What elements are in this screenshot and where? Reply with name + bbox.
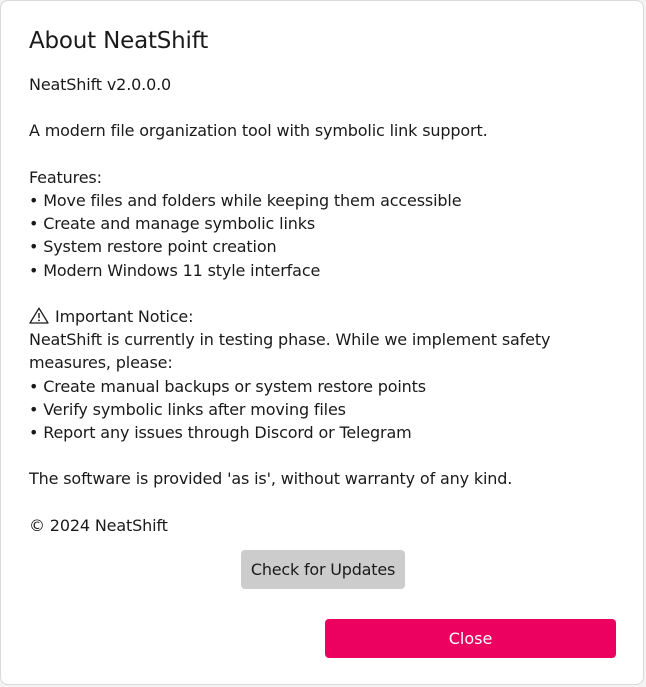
version-text: NeatShift v2.0.0.0 [29, 75, 172, 94]
close-button[interactable]: Close [325, 619, 616, 658]
notice-text: NeatShift is currently in testing phase.… [29, 330, 551, 373]
notice-item: • Report any issues through Discord or T… [29, 423, 412, 442]
dialog-title: About NeatShift [29, 28, 209, 54]
description-text: A modern file organization tool with sym… [29, 121, 488, 141]
feature-item: • Move files and folders while keeping t… [29, 190, 462, 210]
notice-heading-row: Important Notice: [29, 305, 629, 328]
notice-item: • Create manual backups or system restor… [29, 376, 426, 396]
feature-item: • System restore point creation [29, 237, 277, 257]
about-content: NeatShift v2.0.0.0 A modern file organiz… [29, 73, 629, 537]
feature-item: • Modern Windows 11 style interface [29, 260, 321, 280]
warning-icon [29, 307, 49, 324]
about-dialog: About NeatShift NeatShift v2.0.0.0 A mod… [0, 0, 644, 685]
notice-item: • Verify symbolic links after moving fil… [29, 399, 346, 419]
feature-item: • Create and manage symbolic links [29, 214, 316, 234]
check-updates-button[interactable]: Check for Updates [241, 550, 405, 589]
disclaimer-text: The software is provided 'as is', withou… [29, 469, 513, 489]
copyright-text: © 2024 NeatShift [29, 515, 168, 535]
features-heading: Features: [29, 167, 102, 187]
notice-heading: Important Notice: [55, 306, 194, 326]
